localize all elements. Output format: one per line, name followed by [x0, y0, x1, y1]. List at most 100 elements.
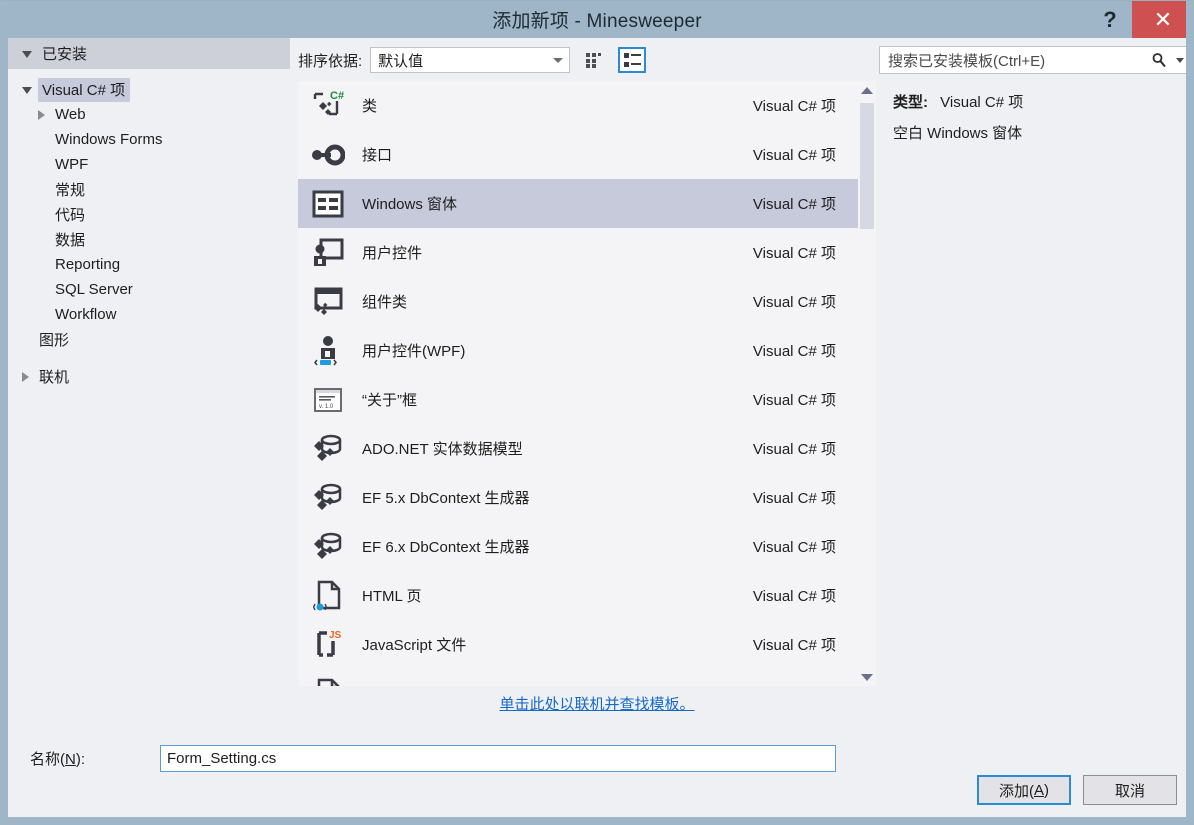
- sort-by-dropdown[interactable]: 默认值: [370, 47, 571, 73]
- tree-item-data[interactable]: 数据: [8, 227, 290, 252]
- tree-item-graphics[interactable]: 图形: [8, 327, 290, 352]
- list-item-class[interactable]: C# 类 Visual C# 项: [298, 81, 858, 130]
- list-item-component-class[interactable]: 组件类 Visual C# 项: [298, 277, 858, 326]
- list-item-name: JavaScript 文件: [362, 637, 467, 654]
- interface-icon: [306, 137, 350, 173]
- name-field-label: 名称(N):: [30, 750, 86, 768]
- tree-item-general[interactable]: 常规: [8, 177, 290, 202]
- tree-item-web[interactable]: Web: [8, 102, 290, 127]
- list-item-name: Windows 窗体: [362, 196, 458, 213]
- javascript-file-icon: JS: [306, 627, 350, 663]
- chevron-down-icon: [22, 51, 32, 58]
- online-templates-link-wrap: 单击此处以联机并查找模板。: [8, 693, 1186, 714]
- tree-item-visual-csharp[interactable]: Visual C# 项: [8, 77, 290, 102]
- cancel-button[interactable]: 取消: [1083, 775, 1177, 805]
- name-input-value: Form_Setting.cs: [167, 749, 277, 767]
- online-templates-link[interactable]: 单击此处以联机并查找模板。: [499, 696, 694, 713]
- component-class-icon: [306, 284, 350, 320]
- list-item-javascript-file[interactable]: JS JavaScript 文件 Visual C# 项: [298, 620, 858, 669]
- tree-item-label: Web: [55, 106, 86, 123]
- tree-item-label: Reporting: [55, 256, 121, 273]
- list-item-name: 组件类: [362, 294, 408, 311]
- file-icon: [306, 676, 350, 686]
- scroll-down-icon[interactable]: [858, 668, 876, 686]
- tree-item-label: Visual C# 项: [38, 77, 131, 102]
- list-item-kind: Visual C# 项: [752, 98, 836, 115]
- search-placeholder-text: 搜索已安装模板(Ctrl+E): [888, 52, 1046, 70]
- list-item-ado-entity-model[interactable]: ADO.NET 实体数据模型 Visual C# 项: [298, 424, 858, 473]
- template-list[interactable]: C# 类 Visual C# 项 接口 Visual C# 项 Windows …: [298, 81, 858, 686]
- list-item-kind: Visual C# 项: [752, 588, 836, 605]
- tree-item-workflow[interactable]: Workflow: [8, 302, 290, 327]
- dialog-title: 添加新项 - Minesweeper: [492, 11, 702, 32]
- installed-tree-pane: 已安装 Visual C# 项 Web Windows Forms WPF 常规…: [8, 38, 290, 686]
- add-new-item-dialog: 添加新项 - Minesweeper ? ✕ 已安装 Visual C# 项 W…: [0, 0, 1194, 825]
- tree-item-label: Windows Forms: [55, 131, 163, 148]
- list-item-name: HTML 页: [362, 588, 422, 605]
- list-icon: [623, 52, 641, 67]
- template-details-pane: 类型: Visual C# 项 空白 Windows 窗体: [879, 81, 1186, 686]
- help-icon[interactable]: ?: [1088, 1, 1132, 38]
- svg-text:v. 1.0: v. 1.0: [319, 404, 334, 410]
- tree-item-reporting[interactable]: Reporting: [8, 252, 290, 277]
- name-input[interactable]: Form_Setting.cs: [160, 744, 836, 772]
- windows-form-icon: [306, 186, 350, 222]
- ado-entity-model-icon: [306, 480, 350, 516]
- template-list-scrollbar[interactable]: [858, 81, 876, 686]
- list-item-kind: Visual C# 项: [752, 147, 836, 164]
- chevron-right-icon: [38, 109, 45, 120]
- details-description: 空白 Windows 窗体: [893, 125, 1023, 142]
- list-item-kind: Visual C# 项: [752, 539, 836, 556]
- close-icon[interactable]: ✕: [1132, 1, 1186, 38]
- list-item-ef5-dbcontext[interactable]: EF 5.x DbContext 生成器 Visual C# 项: [298, 473, 858, 522]
- list-view-button[interactable]: [618, 47, 647, 73]
- list-toolbar: 排序依据: 默认值: [298, 45, 858, 75]
- list-item-kind: Visual C# 项: [752, 196, 836, 213]
- list-item-name: 类: [362, 98, 378, 115]
- list-item-name: 用户控件(WPF): [362, 343, 466, 360]
- html-page-icon: [306, 578, 350, 614]
- details-type-value: Visual C# 项: [940, 94, 1024, 111]
- svg-text:JS: JS: [329, 630, 342, 641]
- search-templates-input[interactable]: 搜索已安装模板(Ctrl+E): [879, 46, 1186, 74]
- class-icon: C#: [306, 88, 350, 124]
- tree-item-wpf[interactable]: WPF: [8, 152, 290, 177]
- list-item-partial[interactable]: [298, 669, 858, 686]
- dialog-footer: 添加(A) 取消: [8, 773, 1186, 807]
- list-item-interface[interactable]: 接口 Visual C# 项: [298, 130, 858, 179]
- list-item-name: 接口: [362, 147, 393, 164]
- tree-header-installed[interactable]: 已安装: [8, 38, 290, 69]
- list-item-wpf-user-control[interactable]: 用户控件(WPF) Visual C# 项: [298, 326, 858, 375]
- tree-item-label: 图形: [39, 332, 70, 349]
- details-type-label: 类型:: [893, 94, 928, 111]
- tree-item-code[interactable]: 代码: [8, 202, 290, 227]
- tree-item-sql-server[interactable]: SQL Server: [8, 277, 290, 302]
- chevron-down-icon[interactable]: [1172, 57, 1186, 63]
- list-item-user-control[interactable]: 用户控件 Visual C# 项: [298, 228, 858, 277]
- list-item-kind: Visual C# 项: [752, 637, 836, 654]
- list-item-html-page[interactable]: HTML 页 Visual C# 项: [298, 571, 858, 620]
- tree-header-label: 已安装: [42, 46, 88, 63]
- list-item-about-box[interactable]: v. 1.0 “关于”框 Visual C# 项: [298, 375, 858, 424]
- chevron-down-icon: [547, 57, 569, 63]
- tree-item-windows-forms[interactable]: Windows Forms: [8, 127, 290, 152]
- add-button[interactable]: 添加(A): [977, 775, 1071, 805]
- tree-item-online[interactable]: 联机: [8, 364, 290, 389]
- list-item-ef6-dbcontext[interactable]: EF 6.x DbContext 生成器 Visual C# 项: [298, 522, 858, 571]
- list-item-name: EF 6.x DbContext 生成器: [362, 539, 530, 556]
- title-bar: 添加新项 - Minesweeper ? ✕: [8, 1, 1186, 38]
- medium-icons-view-button[interactable]: [580, 47, 608, 73]
- list-item-name: “关于”框: [362, 392, 417, 409]
- wpf-user-control-icon: [306, 333, 350, 369]
- list-item-windows-form[interactable]: Windows 窗体 Visual C# 项: [298, 179, 858, 228]
- sort-by-label: 排序依据:: [298, 52, 363, 70]
- search-icon: [1146, 52, 1172, 68]
- list-item-name: EF 5.x DbContext 生成器: [362, 490, 530, 507]
- grid-icon: [585, 52, 601, 68]
- svg-text:C#: C#: [330, 90, 344, 102]
- scroll-up-icon[interactable]: [858, 81, 876, 99]
- user-control-icon: [306, 235, 350, 271]
- scrollbar-thumb[interactable]: [860, 103, 874, 229]
- ado-entity-model-icon: [306, 431, 350, 467]
- window-controls: ? ✕: [1088, 1, 1186, 38]
